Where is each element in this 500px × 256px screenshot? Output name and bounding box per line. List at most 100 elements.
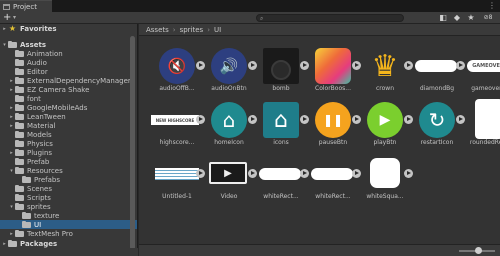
hidden-count: 8 (488, 14, 493, 21)
collapsed-arrow-icon[interactable]: ▸ (8, 114, 15, 120)
window-tab-bar: Project ⋮ (0, 0, 500, 12)
tree-item-label: Models (27, 130, 52, 139)
asset-item[interactable]: ⌂ homeIcon (201, 94, 257, 152)
crown-icon: ♛ (367, 48, 403, 84)
collapsed-arrow-icon[interactable]: ▸ (8, 105, 15, 111)
tree-item-editor[interactable]: Editor (0, 67, 137, 76)
tree-item-leantween[interactable]: ▸ LeanTween (0, 112, 137, 121)
asset-item[interactable]: ColorBoos... (305, 40, 361, 98)
breadcrumb-separator: › (172, 25, 176, 34)
hidden-packages-icon[interactable]: ⊘8 (479, 13, 497, 23)
tab-menu-icon[interactable]: ⋮ (488, 1, 496, 10)
expanded-arrow-icon[interactable]: ▾ (8, 168, 15, 174)
tree-item-textmesh-pro[interactable]: ▸ TextMesh Pro (0, 229, 137, 238)
asset-item[interactable]: bomb (253, 40, 309, 98)
tree-item-scripts[interactable]: Scripts (0, 193, 137, 202)
tree-item-texture[interactable]: texture (0, 211, 137, 220)
tree-item-label: Audio (27, 58, 47, 67)
tree-item-label: Scenes (27, 184, 52, 193)
tree-item-label: font (27, 94, 41, 103)
collapsed-arrow-icon[interactable]: ▸ (8, 123, 15, 129)
asset-item[interactable]: NEW HIGHSCORE highscore... (149, 94, 205, 152)
folder-icon (15, 112, 24, 120)
collapsed-arrow-icon[interactable]: ▸ (8, 78, 15, 84)
collapsed-arrow-icon[interactable]: ▸ (1, 241, 8, 247)
folder-icon (15, 103, 24, 111)
tree-item-material[interactable]: ▸ Material (0, 121, 137, 130)
tree-item-label: Animation (27, 49, 63, 58)
tree-item-models[interactable]: Models (0, 130, 137, 139)
asset-item[interactable]: ↻ restartIcon (409, 94, 465, 152)
star-icon: ★ (8, 24, 17, 33)
rounded-rect-icon (475, 99, 500, 139)
search-input[interactable]: ⌕ (256, 14, 404, 22)
folder-icon (15, 166, 24, 174)
tab-project[interactable]: Project (0, 0, 52, 12)
breadcrumb-item-assets[interactable]: Assets (146, 26, 169, 34)
add-asset-button[interactable]: + (3, 12, 11, 24)
folder-icon (22, 220, 31, 228)
tree-item-resources[interactable]: ▾ Resources (0, 166, 137, 175)
search-icon: ⌕ (260, 15, 264, 22)
tree-item-font[interactable]: font (0, 94, 137, 103)
asset-item[interactable]: ▶ Video (201, 148, 257, 206)
tree-scrollbar[interactable] (130, 36, 135, 250)
tag-icon[interactable]: ◧ (438, 13, 448, 23)
project-toolbar: + ▾ ⌕ ◧ ◆ ★ ⊘8 (0, 12, 500, 24)
asset-item[interactable]: ♛ crown (357, 40, 413, 98)
asset-item[interactable]: roundedRe... (461, 94, 500, 152)
tree-item-prefab[interactable]: Prefab (0, 157, 137, 166)
star-icon[interactable]: ★ (466, 13, 476, 23)
asset-item[interactable]: diamondBg (409, 40, 465, 98)
chevron-down-icon[interactable]: ▾ (13, 13, 16, 23)
asset-glyph: 🔊 (219, 57, 239, 75)
asset-item[interactable]: GAMEOVER gameover... (461, 40, 500, 98)
breadcrumb-item-sprites[interactable]: sprites (180, 26, 204, 34)
tree-item-packages[interactable]: ▸ Packages (0, 239, 137, 248)
asset-item[interactable]: Untitled-1 (149, 148, 205, 206)
tree-item-label: UI (34, 220, 42, 229)
tree-item-animation[interactable]: Animation (0, 49, 137, 58)
asset-item[interactable]: 🔊 audioOnBtn (201, 40, 257, 98)
tree-item-label: LeanTween (27, 112, 66, 121)
asset-item[interactable]: ❚❚ pauseBtn (305, 94, 361, 152)
asset-label: icons (273, 139, 289, 146)
breadcrumb-item-ui[interactable]: UI (214, 26, 221, 34)
folder-icon (15, 229, 24, 237)
asset-item[interactable]: whiteSqua... (357, 148, 413, 206)
tree-item-scenes[interactable]: Scenes (0, 184, 137, 193)
tree-item-audio[interactable]: Audio (0, 58, 137, 67)
folder-icon (3, 3, 10, 10)
white-rect-icon (259, 168, 301, 180)
expand-sprite-icon[interactable] (404, 169, 413, 178)
asset-item[interactable]: whiteRect... (305, 148, 361, 206)
tree-item-ui[interactable]: UI (0, 220, 137, 229)
asset-item[interactable]: whiteRect... (253, 148, 309, 206)
folder-icon (15, 58, 24, 66)
tree-item-label: texture (34, 211, 60, 220)
tree-item-sprites[interactable]: ▾ sprites (0, 202, 137, 211)
asset-item[interactable]: ⌂ icons (253, 94, 309, 152)
tree-item-favorites[interactable]: ▸ ★ Favorites (0, 24, 137, 33)
audio-off-icon: 🔇 (159, 48, 195, 84)
tree-item-physics[interactable]: Physics (0, 139, 137, 148)
label-icon[interactable]: ◆ (452, 13, 462, 23)
expanded-arrow-icon[interactable]: ▾ (1, 42, 8, 48)
asset-item[interactable]: 🔇 audioOffB... (149, 40, 205, 98)
tree-item-assets[interactable]: ▾ Assets (0, 40, 137, 49)
zoom-slider-handle[interactable] (475, 247, 482, 254)
expanded-arrow-icon[interactable]: ▾ (8, 204, 15, 210)
collapsed-arrow-icon[interactable]: ▸ (8, 231, 15, 237)
tree-item-prefabs[interactable]: Prefabs (0, 175, 137, 184)
tree-item-externaldependencymanager[interactable]: ▸ ExternalDependencyManager (0, 76, 137, 85)
game-over-icon: GAMEOVER (467, 60, 500, 72)
collapsed-arrow-icon[interactable]: ▸ (1, 26, 8, 32)
asset-item[interactable]: ▶ playBtn (357, 94, 413, 152)
folder-icon (15, 148, 24, 156)
tree-item-label: TextMesh Pro (27, 229, 73, 238)
tree-item-googlemobileads[interactable]: ▸ GoogleMobileAds (0, 103, 137, 112)
tree-item-plugins[interactable]: ▸ Plugins (0, 148, 137, 157)
collapsed-arrow-icon[interactable]: ▸ (8, 150, 15, 156)
tree-item-ez-camera-shake[interactable]: ▸ EZ Camera Shake (0, 85, 137, 94)
collapsed-arrow-icon[interactable]: ▸ (8, 87, 15, 93)
